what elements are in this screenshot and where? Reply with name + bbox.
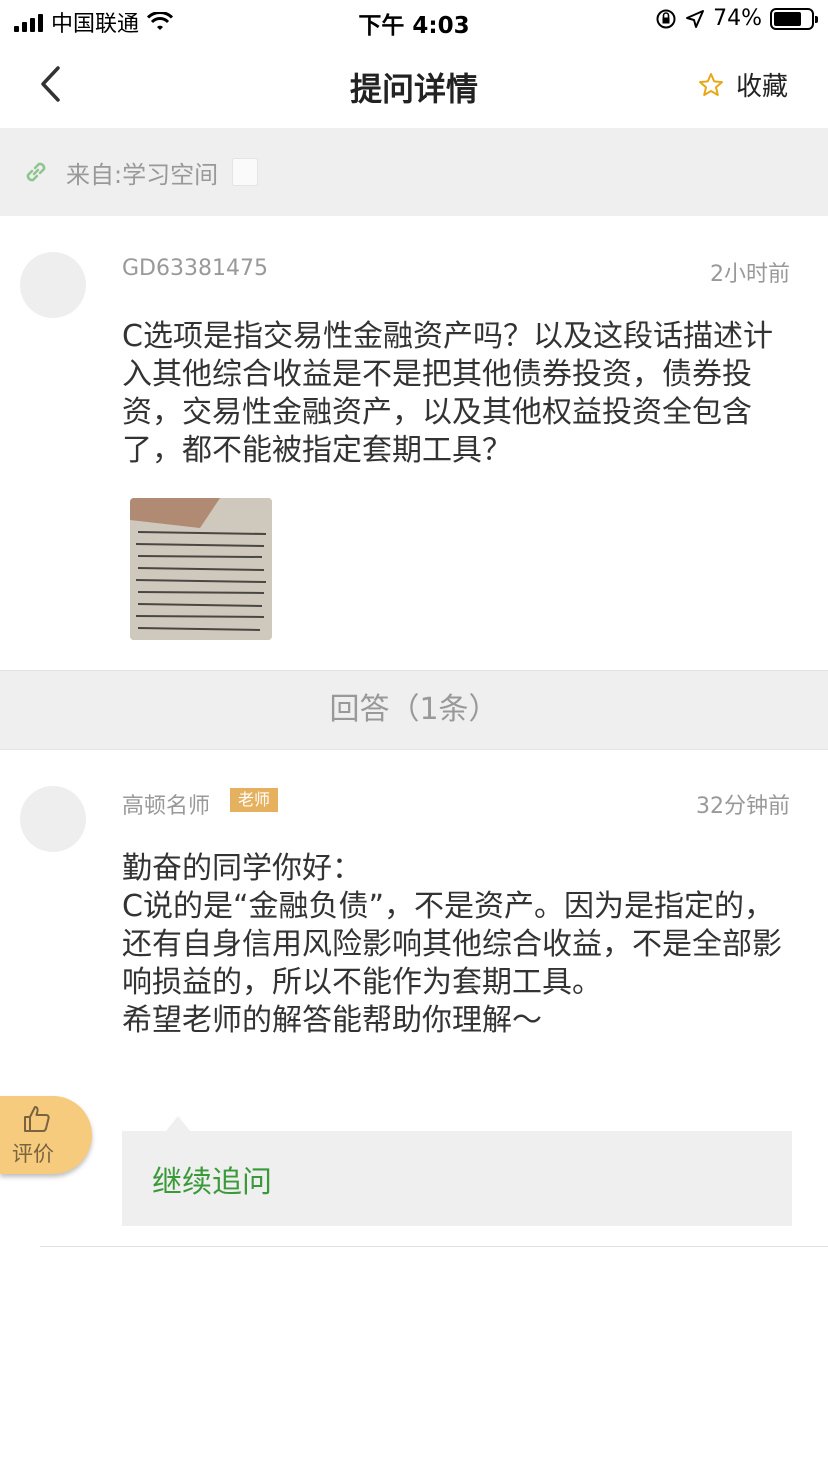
answer-line: C说的是“金融负债”，不是资产。因为是指定的，还有自身信用风险影响其他综合收益，… [122,889,782,1000]
favorite-button[interactable]: 收藏 [698,66,788,103]
source-bar: 来自:学习空间 [0,128,828,216]
source-label: 来自:学习空间 [66,160,219,189]
status-right: 74% [655,6,818,31]
battery-fill [774,11,801,26]
favorite-label: 收藏 [735,72,788,102]
answers-section-header: 回答（1条） [0,670,828,750]
answer-line: 希望老师的解答能帮助你理解～ [122,1003,542,1038]
teacher-badge: 老师 [230,788,279,812]
divider [40,1246,828,1247]
answer-text: 勤奋的同学你好： C说的是“金融负债”，不是资产。因为是指定的，还有自身信用风险… [122,850,798,1040]
avatar[interactable] [20,252,86,318]
answer-line: 勤奋的同学你好： [122,851,362,886]
teacher-name: 高顿名师 [122,794,211,819]
answer-time: 32分钟前 [696,794,790,819]
signal-icon [14,12,43,32]
wifi-icon [147,12,174,30]
followup-label: 继续追问 [152,1165,272,1200]
photo-placeholder-icon [130,498,272,640]
link-icon [26,162,46,182]
orientation-lock-icon [656,9,676,28]
followup-pointer [166,1116,190,1131]
rate-button[interactable]: 评价 [0,1096,92,1174]
status-bar: 中国联通 下午 4:03 74% [0,0,828,44]
teacher-avatar[interactable] [20,786,86,852]
question-user-id: GD63381475 [122,256,268,281]
question-card: GD63381475 2小时前 C选项是指交易性金融资产吗？以及这段话描述计入其… [0,216,828,670]
carrier-label: 中国联通 [51,12,140,37]
document-icon[interactable] [232,158,259,186]
question-text: C选项是指交易性金融资产吗？以及这段话描述计入其他综合收益是不是把其他债券投资，… [122,319,773,468]
star-outline-icon [698,72,723,96]
battery-percent: 74% [713,6,762,31]
rate-label: 评价 [12,1142,54,1166]
question-image-thumbnail[interactable] [130,498,272,640]
thumbs-up-icon [24,1106,50,1132]
battery-icon [770,7,818,30]
followup-button[interactable]: 继续追问 [122,1131,792,1226]
status-left: 中国联通 [14,6,174,38]
nav-bar: 提问详情 收藏 [0,44,828,128]
location-arrow-icon [686,9,705,28]
question-time: 2小时前 [710,262,790,287]
